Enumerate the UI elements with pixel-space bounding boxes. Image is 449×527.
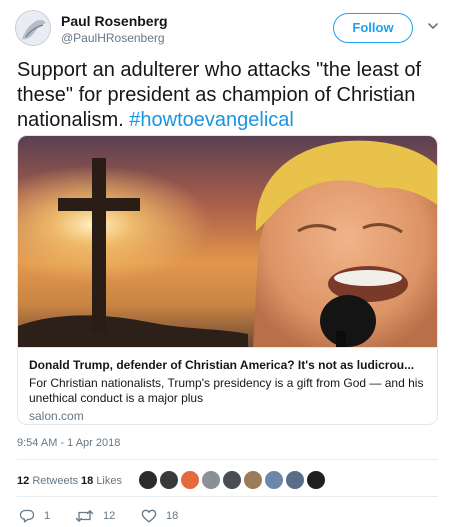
retweet-count: 12 — [103, 510, 116, 522]
card-description: For Christian nationalists, Trump's pres… — [29, 376, 424, 405]
liker-avatar[interactable] — [222, 470, 242, 490]
card-image[interactable] — [18, 136, 438, 347]
like-count: 18 — [166, 510, 179, 522]
liker-avatar[interactable] — [285, 470, 305, 490]
follow-button[interactable]: Follow — [333, 13, 413, 43]
liker-avatar[interactable] — [306, 470, 326, 490]
tweet-actions: 1 12 18 — [17, 505, 438, 527]
heart-icon — [141, 509, 157, 523]
retweet-button[interactable]: 12 — [75, 507, 115, 525]
likes-label: Likes — [96, 475, 122, 487]
retweets-count: 12 — [17, 475, 30, 487]
retweets-label: Retweets — [32, 475, 79, 487]
reply-count: 1 — [44, 510, 51, 522]
reply-button[interactable]: 1 — [19, 507, 50, 525]
liker-avatar[interactable] — [180, 470, 200, 490]
card-domain: salon.com — [29, 409, 84, 423]
liker-avatar[interactable] — [243, 470, 263, 490]
user-handle[interactable]: @PaulHRosenberg — [61, 31, 165, 45]
tweet-text: Support an adulterer who attacks "the le… — [17, 58, 437, 133]
retweet-icon — [75, 510, 94, 522]
tweet-timestamp[interactable]: 9:54 AM - 1 Apr 2018 — [17, 437, 120, 449]
reply-icon — [19, 509, 35, 523]
card-body[interactable]: Donald Trump, defender of Christian Amer… — [18, 347, 437, 424]
liker-avatar[interactable] — [159, 470, 179, 490]
likes-count: 18 — [81, 475, 94, 487]
likes-stat[interactable]: 18 Likes — [81, 475, 122, 487]
like-button[interactable]: 18 — [141, 507, 178, 525]
card-title[interactable]: Donald Trump, defender of Christian Amer… — [29, 358, 429, 372]
engagement-stats: 12 Retweets 18 Likes — [17, 469, 438, 495]
avatar[interactable] — [15, 10, 51, 46]
link-card[interactable]: Donald Trump, defender of Christian Amer… — [17, 135, 438, 425]
liker-avatar[interactable] — [138, 470, 158, 490]
divider — [17, 459, 438, 460]
tweet-header: Paul Rosenberg @PaulHRosenberg Follow — [0, 0, 449, 56]
display-name[interactable]: Paul Rosenberg — [61, 13, 168, 29]
divider — [17, 496, 438, 497]
liker-avatar[interactable] — [201, 470, 221, 490]
chevron-down-icon[interactable] — [427, 20, 439, 32]
hashtag-link[interactable]: #howtoevangelical — [129, 109, 294, 131]
retweets-stat[interactable]: 12 Retweets — [17, 475, 78, 487]
liker-avatar[interactable] — [264, 470, 284, 490]
